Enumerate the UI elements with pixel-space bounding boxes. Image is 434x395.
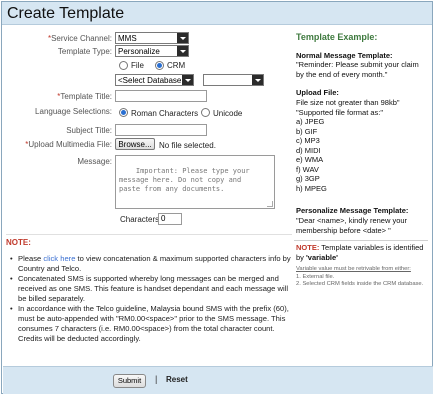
service-channel-label: *Service Channel: — [47, 34, 112, 43]
chevron-down-icon — [177, 33, 188, 43]
template-type-select[interactable]: Personalize — [115, 45, 189, 57]
unicode-label: Unicode — [213, 109, 243, 118]
personalize-template-heading: Personalize Message Template: — [296, 206, 409, 215]
personalize-template-text: "Dear <name>, kindly renew your membersh… — [296, 216, 408, 235]
crm-radio[interactable] — [155, 61, 164, 70]
service-channel-select[interactable]: MMS — [115, 32, 189, 44]
unicode-radio[interactable] — [201, 108, 210, 117]
divider — [6, 234, 292, 235]
template-title-label: *Template Title: — [57, 92, 112, 101]
file-radio[interactable] — [119, 61, 128, 70]
click-here-link[interactable]: click here — [43, 254, 75, 263]
list-item: In accordance with the Telco guideline, … — [10, 304, 292, 344]
note-label: NOTE: — [6, 238, 31, 247]
upload-file-heading: Upload File: — [296, 88, 339, 97]
chevron-down-icon — [252, 75, 263, 85]
normal-template-heading: Normal Message Template: — [296, 51, 393, 60]
sidebar-title: Template Example: — [296, 32, 378, 42]
list-item: Please click here to view concatenation … — [10, 254, 292, 274]
template-title-input[interactable] — [115, 90, 207, 102]
form-footer: Submit | Reset — [3, 366, 433, 394]
characters-label: Characters: — [120, 215, 162, 224]
list-item: Concatenated SMS is supported whereby lo… — [10, 274, 292, 304]
variable-note: NOTE: Template variables is identified b… — [294, 240, 428, 287]
page-header: Create Template — [2, 2, 432, 25]
message-label: Message: — [77, 157, 112, 166]
variable-item: 2. Selected CRM fields inside the CRM da… — [296, 281, 424, 287]
browse-button[interactable]: Browse... — [115, 138, 155, 150]
resize-handle[interactable] — [267, 201, 273, 207]
submit-button[interactable]: Submit — [113, 374, 146, 388]
create-template-panel: Create Template *Service Channel: MMS Te… — [1, 1, 433, 394]
upload-file-label: *Upload Multimedia File: — [25, 140, 112, 149]
database-select[interactable]: <Select Database — [115, 74, 194, 86]
crm-field-select[interactable] — [203, 74, 264, 86]
subject-title-label: Subject Title: — [66, 126, 112, 135]
footer-separator: | — [155, 374, 158, 384]
crm-radio-label: CRM — [167, 61, 186, 70]
roman-characters-label: Roman Characters — [131, 109, 199, 118]
template-example-sidebar: Template Example: Normal Message Templat… — [294, 28, 428, 358]
chevron-down-icon — [182, 75, 193, 85]
normal-template-text: "Reminder: Please submit your claim by t… — [296, 60, 419, 79]
file-radio-label: File — [131, 61, 144, 70]
reset-link[interactable]: Reset — [166, 375, 188, 384]
variable-intro: Variable value must be retrivable from e… — [296, 266, 411, 272]
chevron-down-icon — [177, 46, 188, 56]
upload-file-list: File size not greater than 98kb" "Suppor… — [296, 98, 400, 193]
subject-title-input[interactable] — [115, 124, 207, 136]
message-textarea[interactable]: Important: Please type your message here… — [115, 155, 275, 209]
notes-list: Please click here to view concatenation … — [10, 254, 292, 344]
variable-item: 1. External file. — [296, 273, 335, 280]
roman-characters-radio[interactable] — [119, 108, 128, 117]
language-label: Language Selections: — [35, 107, 112, 116]
upload-status: No file selected. — [159, 141, 216, 150]
characters-count: 0 — [158, 213, 182, 225]
page-title: Create Template — [7, 5, 125, 22]
template-type-label: Template Type: — [57, 47, 112, 56]
